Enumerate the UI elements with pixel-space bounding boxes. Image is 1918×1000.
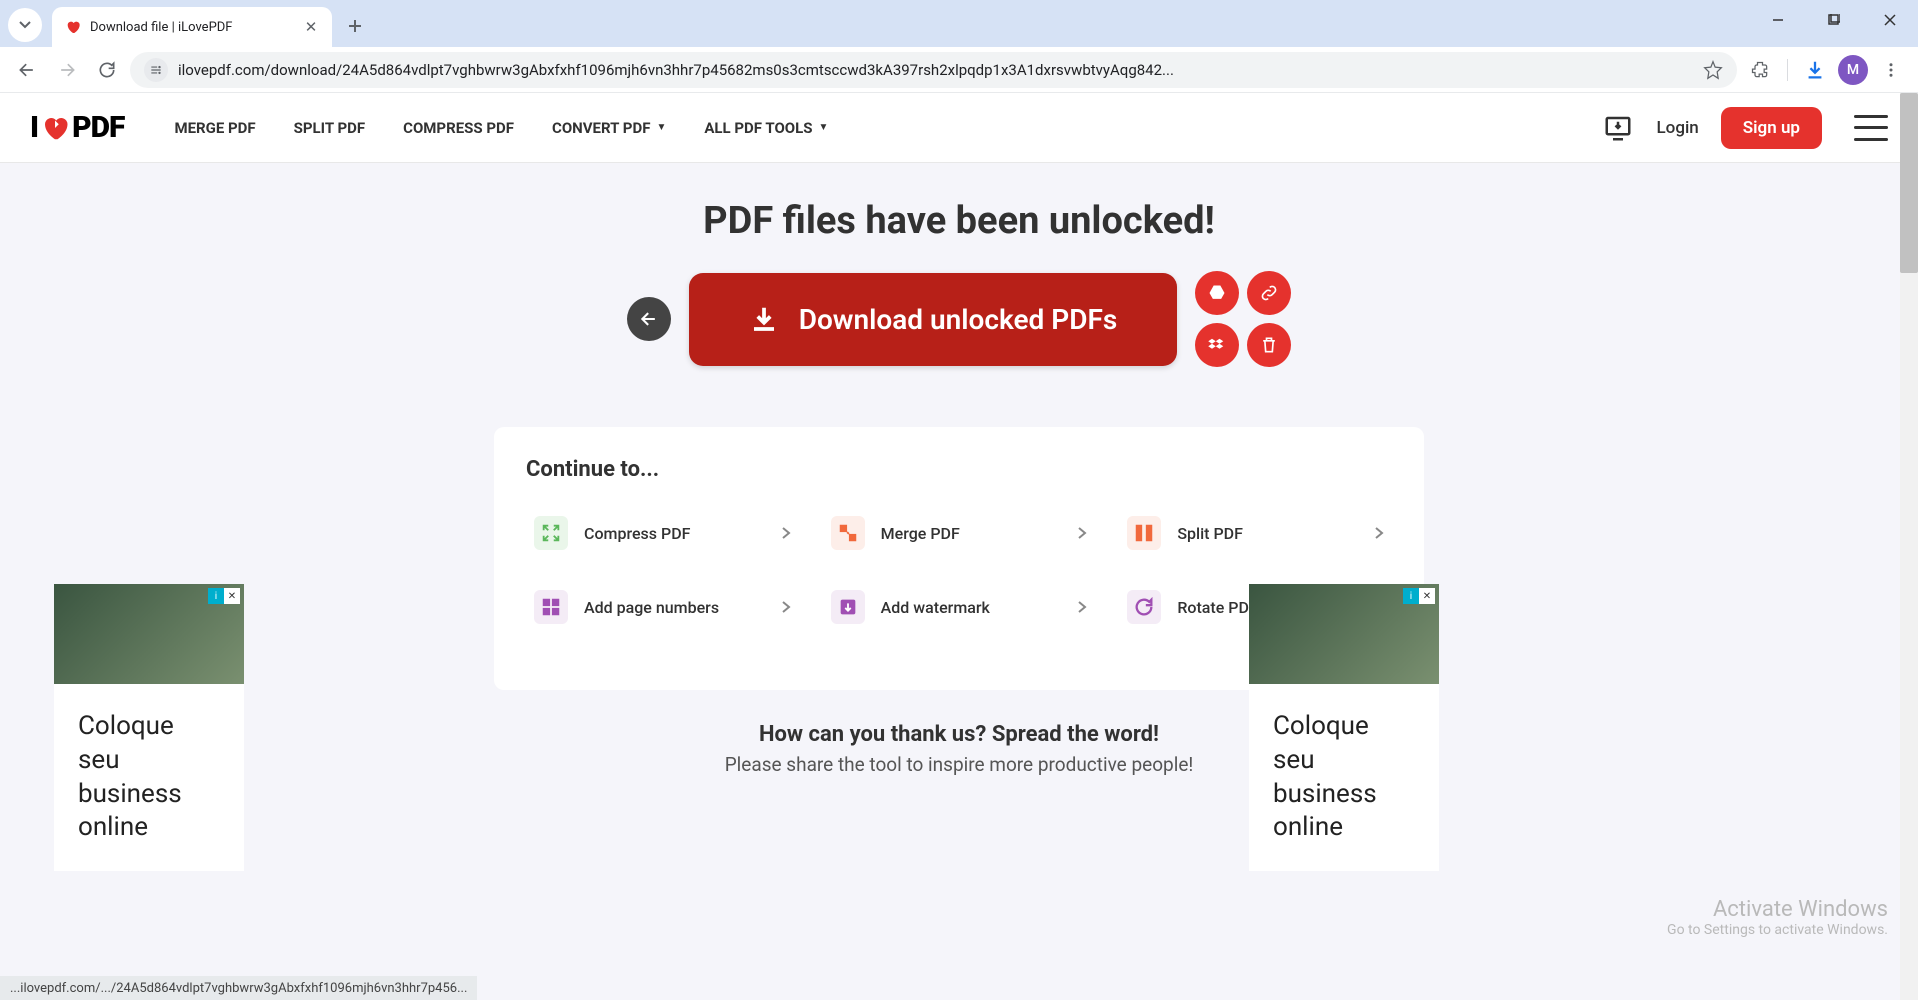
site-logo[interactable]: I PDF	[30, 110, 124, 145]
chevron-right-icon	[781, 526, 791, 540]
tool-label: Compress PDF	[584, 524, 765, 543]
nav-all-tools[interactable]: ALL PDF TOOLS▼	[704, 119, 828, 137]
ad-right[interactable]: i✕ Coloque seu business online	[1249, 584, 1439, 871]
forward-button	[50, 53, 84, 87]
watermark-icon	[831, 590, 865, 624]
tab-close-button[interactable]: ✕	[302, 18, 320, 36]
tool-label: Add watermark	[881, 598, 1062, 617]
tool-compress-pdf[interactable]: Compress PDF	[526, 506, 799, 560]
downloads-button[interactable]	[1798, 53, 1832, 87]
download-row: Download unlocked PDFs	[0, 271, 1918, 367]
save-google-drive-button[interactable]	[1195, 271, 1239, 315]
chevron-right-icon	[781, 600, 791, 614]
url-text: ilovepdf.com/download/24A5d864vdlpt7vghb…	[178, 61, 1693, 79]
caret-down-icon: ▼	[656, 122, 666, 133]
chevron-right-icon	[1077, 600, 1087, 614]
continue-title: Continue to...	[526, 457, 1392, 482]
main-nav: MERGE PDF SPLIT PDF COMPRESS PDF CONVERT…	[174, 119, 828, 137]
address-bar[interactable]: ilovepdf.com/download/24A5d864vdlpt7vghb…	[130, 52, 1737, 88]
activate-subtitle: Go to Settings to activate Windows.	[1667, 922, 1888, 938]
ad-text: Coloque seu business online	[54, 684, 244, 871]
ad-close-icon[interactable]: ✕	[224, 588, 240, 604]
delete-button[interactable]	[1247, 323, 1291, 367]
hamburger-menu-icon[interactable]	[1854, 115, 1888, 141]
nav-merge[interactable]: MERGE PDF	[174, 119, 255, 137]
desktop-download-icon[interactable]	[1601, 111, 1635, 145]
rotate-icon	[1127, 590, 1161, 624]
login-link[interactable]: Login	[1657, 118, 1699, 138]
thank-title: How can you thank us? Spread the word!	[0, 722, 1918, 747]
signup-button[interactable]: Sign up	[1721, 107, 1822, 149]
ad-left[interactable]: i✕ Coloque seu business online	[54, 584, 244, 871]
window-minimize-button[interactable]	[1750, 0, 1806, 40]
page-body: PDF files have been unlocked! Download u…	[0, 163, 1918, 1000]
tab-favicon-icon	[64, 18, 82, 36]
page-scrollbar[interactable]	[1900, 93, 1918, 1000]
window-maximize-button[interactable]	[1806, 0, 1862, 40]
ad-image: i✕	[54, 584, 244, 684]
toolbar-divider	[1787, 59, 1788, 81]
window-close-button[interactable]	[1862, 0, 1918, 40]
browser-menu-button[interactable]	[1874, 53, 1908, 87]
caret-down-icon: ▼	[819, 122, 829, 133]
tabs-dropdown-button[interactable]	[8, 8, 42, 42]
save-dropbox-button[interactable]	[1195, 323, 1239, 367]
status-bar: ...ilovepdf.com/.../24A5d864vdlpt7vghbwr…	[0, 976, 477, 1000]
back-button[interactable]	[10, 53, 44, 87]
new-tab-button[interactable]	[340, 11, 370, 41]
profile-avatar[interactable]: M	[1838, 55, 1868, 85]
ad-close-icon[interactable]: ✕	[1419, 588, 1435, 604]
ad-info-buttons: i✕	[1403, 588, 1435, 604]
page-numbers-icon	[534, 590, 568, 624]
reload-button[interactable]	[90, 53, 124, 87]
chevron-right-icon	[1077, 526, 1087, 540]
ad-info-icon[interactable]: i	[208, 588, 224, 604]
compress-icon	[534, 516, 568, 550]
download-button[interactable]: Download unlocked PDFs	[689, 273, 1178, 366]
chevron-right-icon	[1374, 526, 1384, 540]
page-title: PDF files have been unlocked!	[0, 163, 1918, 271]
split-icon	[1127, 516, 1161, 550]
merge-icon	[831, 516, 865, 550]
activate-windows-watermark: Activate Windows Go to Settings to activ…	[1667, 897, 1888, 938]
tool-watermark[interactable]: Add watermark	[823, 580, 1096, 634]
nav-convert[interactable]: CONVERT PDF▼	[552, 119, 666, 137]
site-header: I PDF MERGE PDF SPLIT PDF COMPRESS PDF C…	[0, 93, 1918, 163]
bookmark-star-icon[interactable]	[1703, 60, 1723, 80]
tool-merge-pdf[interactable]: Merge PDF	[823, 506, 1096, 560]
tool-label: Split PDF	[1177, 524, 1358, 543]
browser-toolbar: ilovepdf.com/download/24A5d864vdlpt7vghb…	[0, 47, 1918, 93]
activate-title: Activate Windows	[1667, 897, 1888, 922]
ad-info-icon[interactable]: i	[1403, 588, 1419, 604]
copy-link-button[interactable]	[1247, 271, 1291, 315]
tool-page-numbers[interactable]: Add page numbers	[526, 580, 799, 634]
tool-split-pdf[interactable]: Split PDF	[1119, 506, 1392, 560]
window-controls	[1750, 0, 1918, 40]
logo-pdf-text: PDF	[72, 110, 124, 145]
ad-info-buttons: i✕	[208, 588, 240, 604]
nav-compress[interactable]: COMPRESS PDF	[403, 119, 514, 137]
ad-text: Coloque seu business online	[1249, 684, 1439, 871]
save-options-grid	[1195, 271, 1291, 367]
tab-title: Download file | iLovePDF	[90, 20, 294, 35]
heart-icon	[40, 113, 70, 143]
browser-tab-strip: Download file | iLovePDF ✕	[0, 0, 1918, 47]
thank-you-section: How can you thank us? Spread the word! P…	[0, 722, 1918, 776]
nav-split[interactable]: SPLIT PDF	[294, 119, 365, 137]
tool-label: Add page numbers	[584, 598, 765, 617]
thank-subtitle: Please share the tool to inspire more pr…	[0, 753, 1918, 776]
scrollbar-thumb[interactable]	[1900, 93, 1918, 273]
ad-image: i✕	[1249, 584, 1439, 684]
go-back-button[interactable]	[627, 297, 671, 341]
avatar-letter: M	[1847, 62, 1859, 78]
browser-tab-active[interactable]: Download file | iLovePDF ✕	[52, 7, 332, 47]
logo-letter-i: I	[30, 110, 38, 145]
download-icon	[749, 304, 779, 334]
extensions-button[interactable]	[1743, 53, 1777, 87]
tool-label: Merge PDF	[881, 524, 1062, 543]
download-button-label: Download unlocked PDFs	[799, 303, 1118, 336]
site-settings-icon[interactable]	[144, 58, 168, 82]
header-right: Login Sign up	[1601, 107, 1889, 149]
